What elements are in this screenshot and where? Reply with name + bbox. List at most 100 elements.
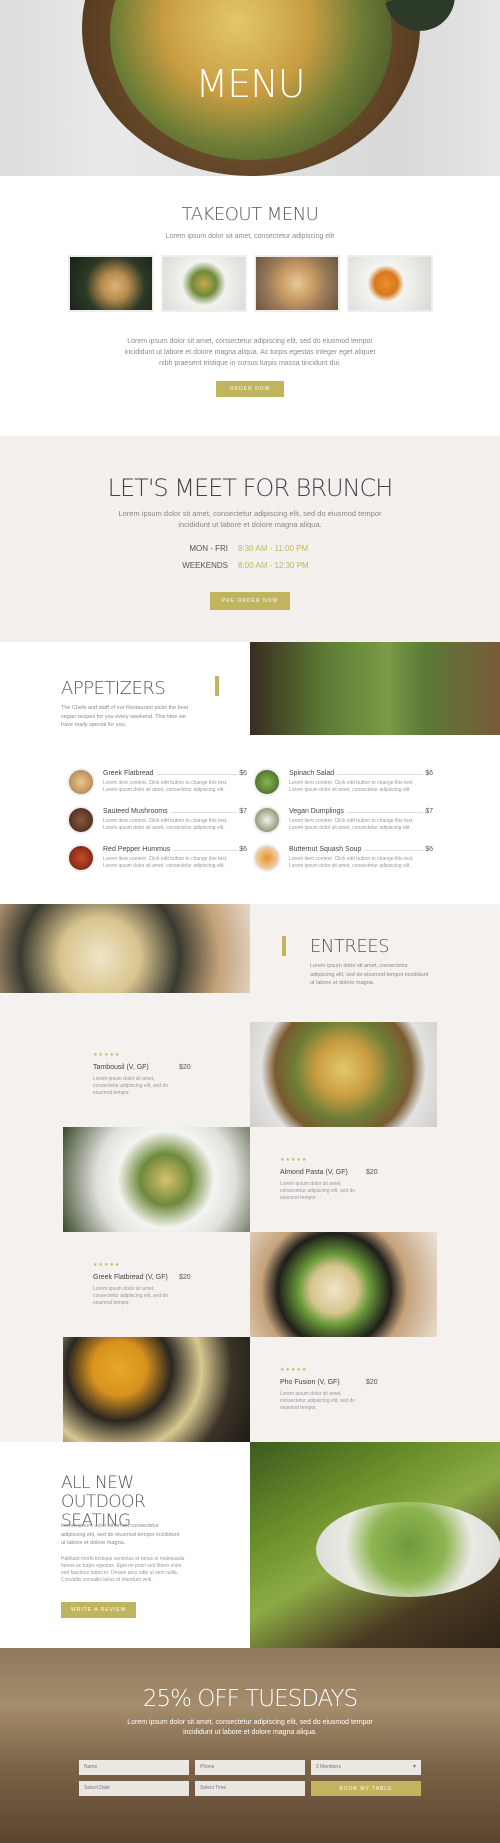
takeout-subtitle: Lorem ipsum dolor sit amet, consectetur … (165, 233, 335, 240)
item-name: Butternut Squash Soup (289, 846, 365, 853)
entree-card[interactable]: ★★★★★ Almond Pasta (V, GF) $20 Lorem ips… (250, 1127, 437, 1232)
item-price: $6 (239, 846, 247, 853)
entree-image (250, 1232, 437, 1337)
entree-image (63, 1337, 250, 1442)
entree-image (250, 1022, 437, 1127)
item-name: Red Pepper Hummus (103, 846, 174, 853)
hours-days: WEEKENDS (182, 561, 228, 570)
tuesdays-body: Lorem ipsum dolor sit amet, consectetur … (127, 1719, 373, 1736)
brunch-body: Lorem ipsum dolor sit amet, consectetur … (118, 509, 382, 529)
item-price: $6 (239, 770, 247, 777)
entrees-intro: Lorem ipsum dolor sit amet, consectetur … (310, 963, 429, 986)
entree-name: Pho Fusion (V, GF) (280, 1379, 340, 1386)
name-input[interactable]: Name (79, 1760, 189, 1775)
item-thumbnail (67, 844, 95, 872)
hero-title: MENU (195, 62, 305, 106)
item-thumbnail (253, 806, 281, 834)
takeout-title: TAKEOUT MENU (181, 204, 319, 225)
item-price: $6 (425, 770, 433, 777)
salad-plate-image (316, 1502, 500, 1597)
pre-order-button[interactable]: PRE ORDER NOW (209, 592, 291, 610)
entrees-title: ENTREES (310, 936, 390, 957)
gallery-image-dumpling[interactable] (67, 255, 154, 312)
phone-input[interactable]: Phone (195, 1760, 305, 1775)
appetizers-image (250, 642, 500, 735)
entree-price: $20 (366, 1379, 378, 1386)
brunch-hours: MON - FRI 9:30 AM - 11:00 PM WEEKENDS 8:00… (0, 544, 500, 570)
menu-item[interactable]: Vegan Dumplings $7 Lorem item content. C… (253, 806, 433, 842)
item-price: $6 (425, 846, 433, 853)
entree-card[interactable]: ★★★★★ Pho Fusion (V, GF) $20 Lorem ipsum… (250, 1337, 437, 1442)
date-input[interactable]: Select Date (79, 1781, 189, 1796)
gallery-image-flatbread[interactable] (253, 255, 340, 312)
entree-name: Almond Pasta (V, GF) (280, 1169, 348, 1176)
item-thumbnail (67, 806, 95, 834)
hero-section: MENU (0, 0, 500, 176)
item-name: Vegan Dumplings (289, 808, 347, 815)
entree-price: $20 (179, 1064, 191, 1071)
entree-name: Greek Flatbread (V, GF) (93, 1274, 168, 1281)
item-thumbnail (67, 768, 95, 796)
hours-days: MON - FRI (189, 544, 228, 553)
order-now-button[interactable]: ORDER NOW (215, 381, 285, 397)
hours-row: MON - FRI 9:30 AM - 11:00 PM (0, 544, 500, 553)
item-name: Greek Flatbread (103, 770, 157, 777)
entrees-header-image (0, 904, 250, 993)
entree-description: Lorem ipsum dolor sit amet, consectetur … (93, 1286, 169, 1306)
entree-card[interactable]: ★★★★★ Greek Flatbread (V, GF) $20 Lorem … (63, 1232, 250, 1337)
takeout-body: Lorem ipsum dolor sit amet, consectetur … (124, 338, 376, 367)
members-select[interactable]: 2 Members ▾ (311, 1760, 421, 1775)
gallery-image-pasta[interactable] (160, 255, 247, 312)
item-description: Lorem item content. Click edit button to… (103, 856, 228, 869)
hours-time: 9:30 AM - 11:00 PM (238, 544, 309, 553)
menu-item[interactable]: Red Pepper Hummus $6 Lorem item content.… (67, 844, 247, 880)
outdoor-body: Lorem ipsum dolor sit amet, consectetur … (61, 1523, 180, 1546)
item-description: Lorem item content. Click edit button to… (289, 818, 414, 831)
rating-stars: ★★★★★ (93, 1262, 121, 1268)
item-description: Lorem item content. Click edit button to… (289, 780, 414, 793)
entree-image (63, 1127, 250, 1232)
entree-description: Lorem ipsum dolor sit amet, consectetur … (93, 1076, 169, 1096)
item-thumbnail (253, 844, 281, 872)
rating-stars: ★★★★★ (280, 1157, 308, 1163)
item-price: $7 (239, 808, 247, 815)
accent-bar (282, 936, 286, 956)
entrees-section: ENTREES Lorem ipsum dolor sit amet, cons… (0, 904, 500, 1442)
appetizers-section: APPETIZERS The Chefs and staff of our Re… (0, 642, 500, 904)
rating-stars: ★★★★★ (93, 1052, 121, 1058)
menu-item[interactable]: Butternut Squash Soup $6 Lorem item cont… (253, 844, 433, 880)
hours-time: 8:00 AM - 12:30 PM (238, 561, 309, 570)
members-value: 2 Members (316, 1764, 342, 1770)
book-table-button[interactable]: BOOK MY TABLE (311, 1781, 421, 1796)
hours-row: WEEKENDS 8:00 AM - 12:30 PM (0, 561, 500, 570)
menu-item[interactable]: Greek Flatbread $6 Lorem item content. C… (67, 768, 247, 804)
entree-card[interactable]: ★★★★★ Tambousil (V, GF) $20 Lorem ipsum … (63, 1022, 250, 1127)
item-price: $7 (425, 808, 433, 815)
item-name: Spinach Salad (289, 770, 338, 777)
accent-bar (215, 676, 219, 696)
tuesdays-section: 25% OFF TUESDAYS Lorem ipsum dolor sit a… (0, 1648, 500, 1843)
brunch-section: LET'S MEET FOR BRUNCH Lorem ipsum dolor … (0, 436, 500, 642)
brunch-title: LET'S MEET FOR BRUNCH (107, 474, 394, 502)
write-review-button[interactable]: WRITE A REVIEW (61, 1602, 137, 1618)
gallery-image-soup[interactable] (346, 255, 433, 312)
time-input[interactable]: Select Time (195, 1781, 305, 1796)
outdoor-section: ALL NEW OUTDOOR SEATING Lorem ipsum dolo… (0, 1442, 500, 1648)
entree-description: Lorem ipsum dolor sit amet, consectetur … (280, 1391, 356, 1411)
takeout-gallery (0, 255, 500, 312)
item-name: Sauteed Mushrooms (103, 808, 171, 815)
appetizers-title: APPETIZERS (61, 678, 166, 699)
entree-name: Tambousil (V, GF) (93, 1064, 149, 1071)
item-description: Lorem item content. Click edit button to… (103, 780, 228, 793)
entree-price: $20 (179, 1274, 191, 1281)
takeout-section: TAKEOUT MENU Lorem ipsum dolor sit amet,… (0, 176, 500, 436)
rating-stars: ★★★★★ (280, 1367, 308, 1373)
menu-item[interactable]: Spinach Salad $6 Lorem item content. Cli… (253, 768, 433, 804)
entree-price: $20 (366, 1169, 378, 1176)
item-description: Lorem item content. Click edit button to… (103, 818, 228, 831)
entree-description: Lorem ipsum dolor sit amet, consectetur … (280, 1181, 356, 1201)
outdoor-body-secondary: Habitant morbi tristique senectus et net… (61, 1556, 185, 1583)
chevron-down-icon: ▾ (412, 1764, 416, 1770)
menu-item[interactable]: Sauteed Mushrooms $7 Lorem item content.… (67, 806, 247, 842)
item-description: Lorem item content. Click edit button to… (289, 856, 414, 869)
